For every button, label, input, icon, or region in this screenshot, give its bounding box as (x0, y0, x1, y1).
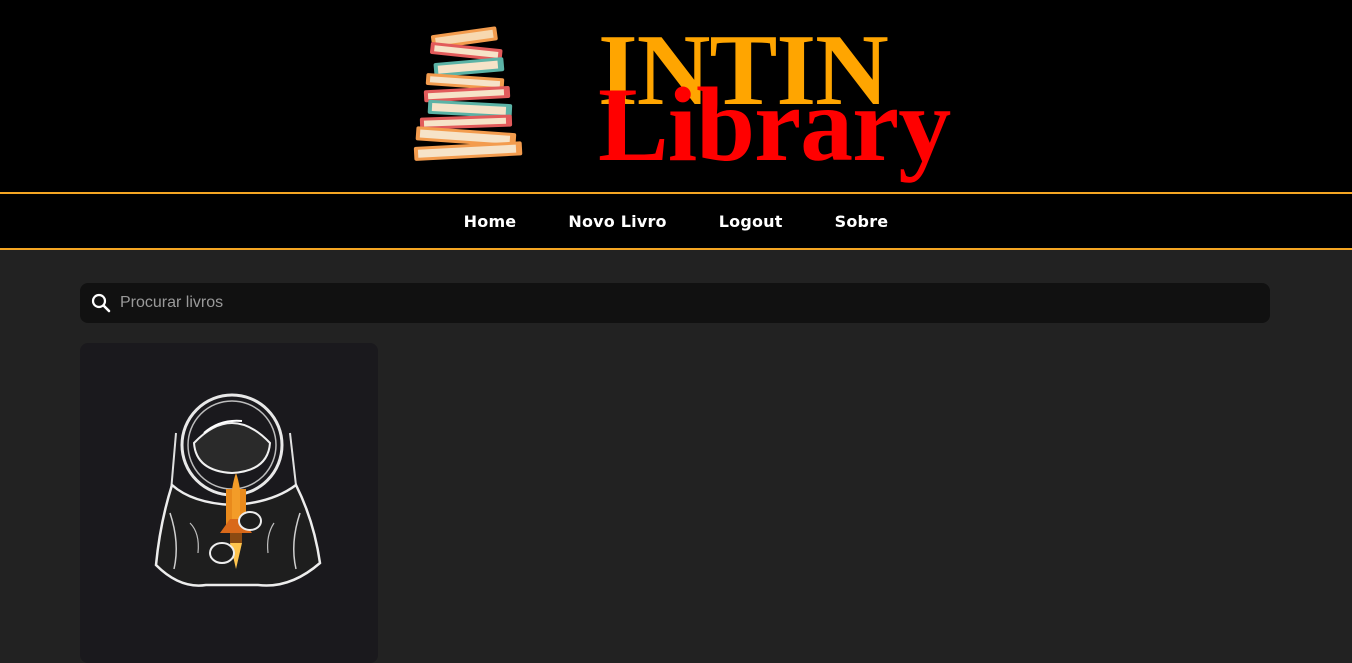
search-icon (91, 293, 111, 313)
book-stack-icon (413, 26, 523, 161)
nav-item-sobre[interactable]: Sobre (809, 212, 915, 231)
main-nav: Home Novo Livro Logout Sobre (0, 192, 1352, 250)
nav-item-novo-livro[interactable]: Novo Livro (542, 212, 692, 231)
astronaut-holding-rocket-illustration (154, 393, 322, 587)
nav-item-home[interactable]: Home (438, 212, 543, 231)
search-input[interactable] (120, 283, 1260, 323)
site-header: INTIN Library (0, 0, 1352, 192)
brand-logo-text[interactable]: INTIN Library (598, 18, 1018, 188)
search-bar (80, 283, 1270, 323)
book-card[interactable] (80, 343, 378, 663)
brand-title-library: Library (598, 66, 951, 183)
nav-item-logout[interactable]: Logout (693, 212, 809, 231)
